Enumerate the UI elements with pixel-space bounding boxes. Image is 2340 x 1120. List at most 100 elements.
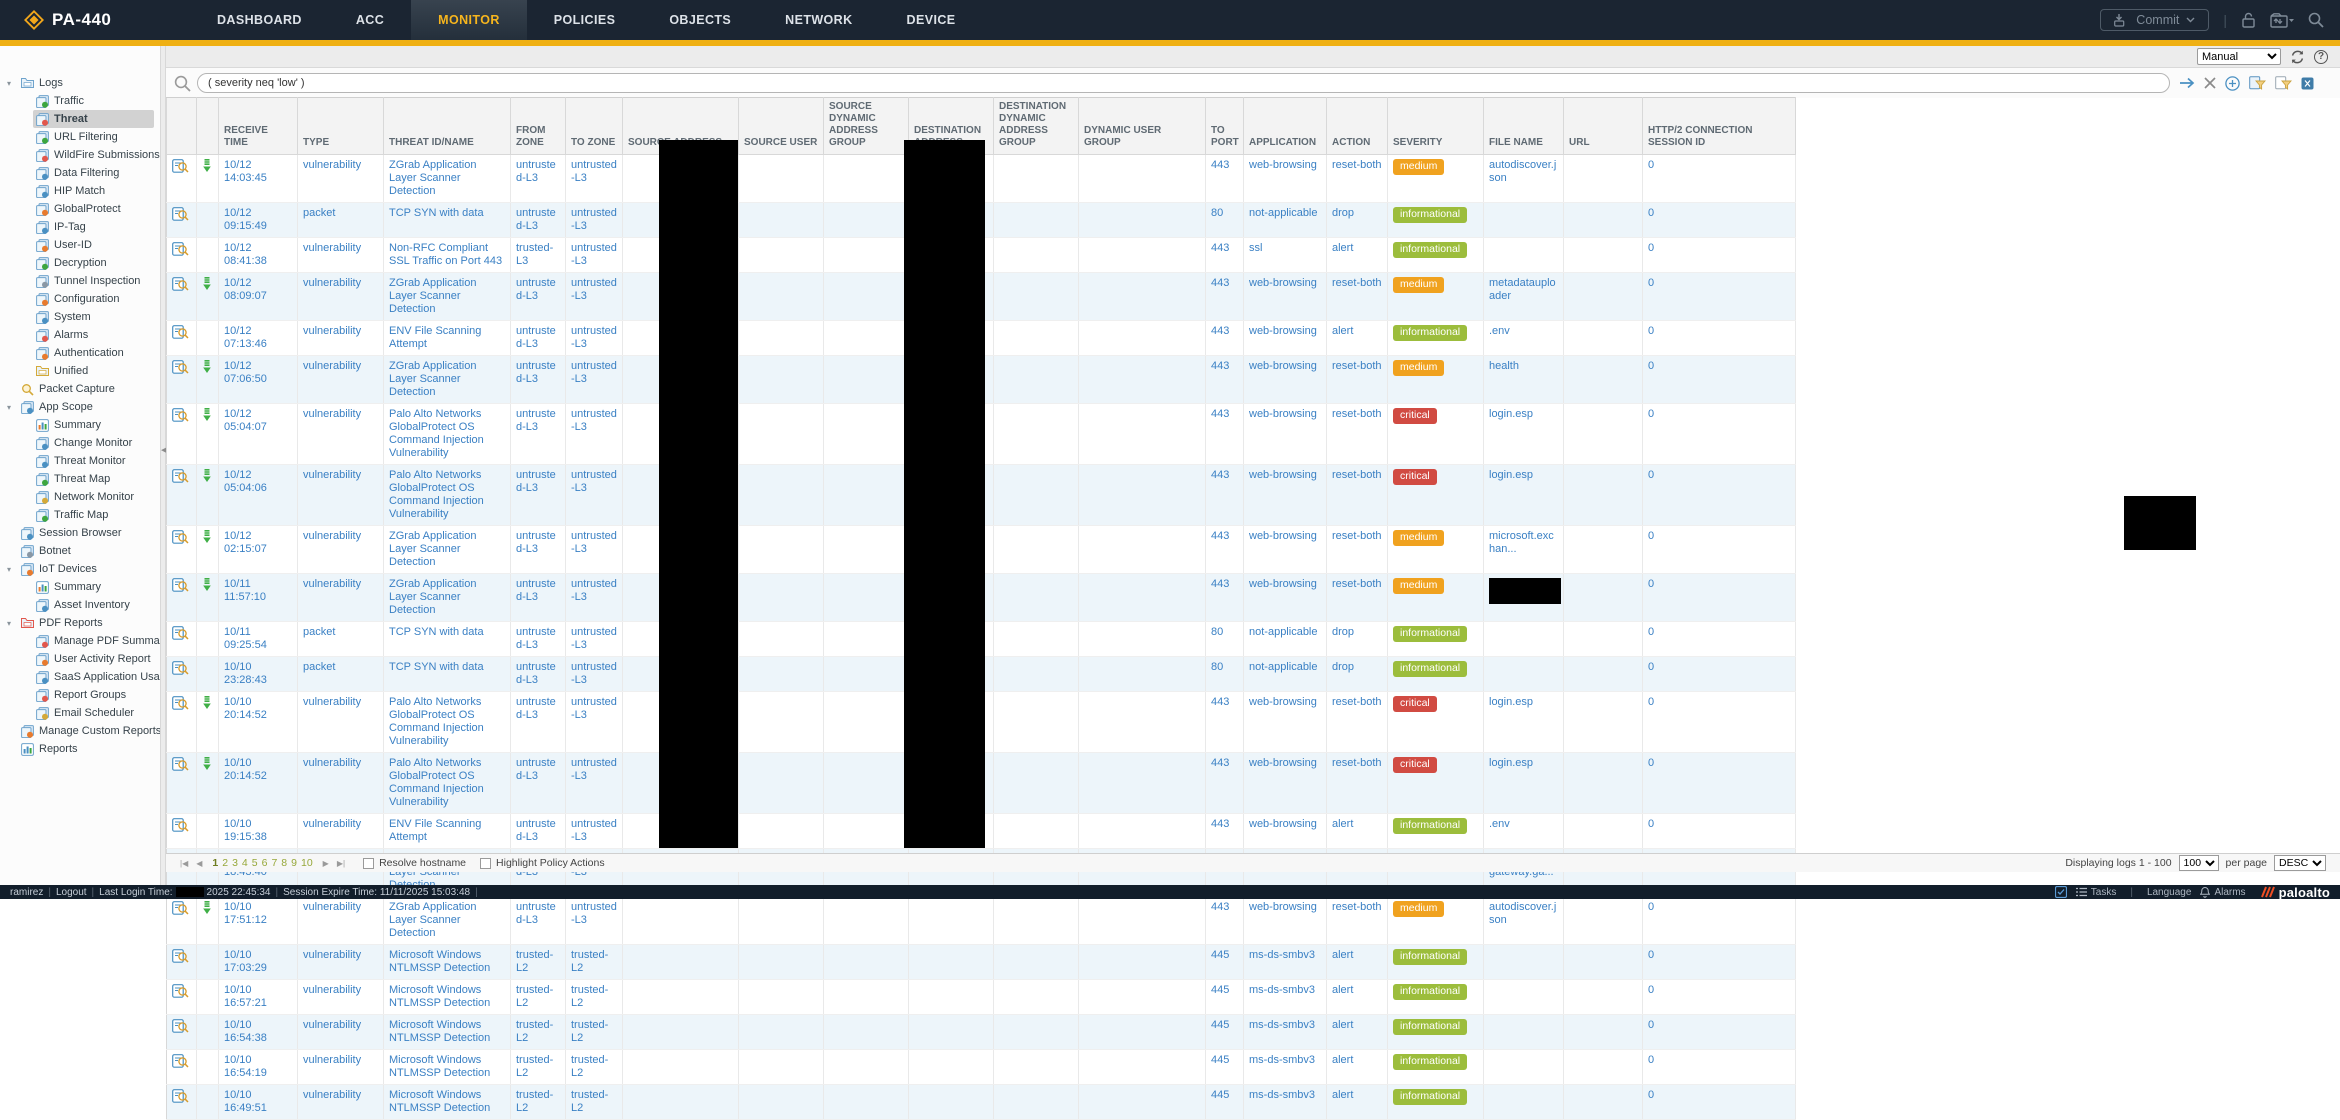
to-zone-cell[interactable]: trusted-L2 — [566, 1015, 623, 1050]
type-cell[interactable]: vulnerability — [298, 753, 384, 814]
type-cell[interactable]: vulnerability — [298, 1085, 384, 1120]
sidebar-item-hip-match[interactable]: HIP Match — [0, 182, 160, 200]
sidebar-item-globalprotect[interactable]: GlobalProtect — [0, 200, 160, 218]
http2-session-id-cell[interactable]: 0 — [1643, 897, 1796, 945]
threat-name-cell[interactable]: Non-RFC Compliant SSL Traffic on Port 44… — [384, 238, 511, 273]
action-cell[interactable]: reset-both — [1327, 356, 1388, 404]
log-detail-cell[interactable] — [167, 657, 197, 692]
log-row[interactable]: 10/10 17:51:12vulnerabilityZGrab Applica… — [167, 897, 1796, 945]
log-detail-cell[interactable] — [167, 897, 197, 945]
log-detail-cell[interactable] — [167, 526, 197, 574]
log-detail-icon[interactable] — [172, 583, 189, 595]
lock-icon[interactable] — [2241, 12, 2256, 28]
apply-filter-icon[interactable] — [2180, 77, 2195, 89]
log-row[interactable]: 10/10 16:54:38vulnerabilityMicrosoft Win… — [167, 1015, 1796, 1050]
sidebar-item-saas-application-usage[interactable]: SaaS Application Usage — [0, 668, 160, 686]
sidebar-item-authentication[interactable]: Authentication — [0, 344, 160, 362]
receive-time-cell[interactable]: 10/10 17:03:29 — [219, 945, 298, 980]
application-cell[interactable]: web-browsing — [1244, 692, 1327, 753]
type-cell[interactable]: vulnerability — [298, 945, 384, 980]
to-port-cell[interactable]: 443 — [1206, 465, 1244, 526]
threat-name-cell[interactable]: Microsoft Windows NTLMSSP Detection — [384, 945, 511, 980]
log-detail-icon[interactable] — [172, 701, 189, 713]
sidebar-item-email-scheduler[interactable]: Email Scheduler — [0, 704, 160, 722]
receive-time-cell[interactable]: 10/10 20:14:52 — [219, 692, 298, 753]
sidebar-item-data-filtering[interactable]: Data Filtering — [0, 164, 160, 182]
from-zone-cell[interactable]: untrusted-L3 — [511, 897, 566, 945]
save-config-icon[interactable] — [2270, 13, 2294, 28]
threat-name-cell[interactable]: TCP SYN with data — [384, 657, 511, 692]
receive-time-cell[interactable]: 10/10 16:49:51 — [219, 1085, 298, 1120]
column-header-action[interactable]: ACTION — [1327, 98, 1388, 155]
http2-session-id-cell[interactable]: 0 — [1643, 1085, 1796, 1120]
sidebar-item-threat-monitor[interactable]: Threat Monitor — [0, 452, 160, 470]
action-cell[interactable]: alert — [1327, 1015, 1388, 1050]
log-detail-cell[interactable] — [167, 155, 197, 203]
http2-session-id-cell[interactable]: 0 — [1643, 356, 1796, 404]
type-cell[interactable]: vulnerability — [298, 897, 384, 945]
sidebar-item-manage-pdf-summary[interactable]: Manage PDF Summary — [0, 632, 160, 650]
sidebar-item-manage-custom-reports[interactable]: Manage Custom Reports — [0, 722, 160, 740]
threat-name-cell[interactable]: Palo Alto Networks GlobalProtect OS Comm… — [384, 404, 511, 465]
application-cell[interactable]: not-applicable — [1244, 657, 1327, 692]
to-port-cell[interactable]: 445 — [1206, 945, 1244, 980]
sidebar-item-traffic-map[interactable]: Traffic Map — [0, 506, 160, 524]
action-cell[interactable]: drop — [1327, 203, 1388, 238]
pcap-cell[interactable] — [197, 155, 219, 203]
to-port-cell[interactable]: 443 — [1206, 356, 1244, 404]
to-port-cell[interactable]: 443 — [1206, 321, 1244, 356]
from-zone-cell[interactable]: untrusted-L3 — [511, 526, 566, 574]
action-cell[interactable]: reset-both — [1327, 753, 1388, 814]
log-detail-cell[interactable] — [167, 273, 197, 321]
log-detail-cell[interactable] — [167, 753, 197, 814]
http2-session-id-cell[interactable]: 0 — [1643, 273, 1796, 321]
prev-page-icon[interactable]: ◀ — [196, 859, 202, 868]
download-pcap-icon[interactable] — [202, 906, 212, 918]
pcap-cell[interactable] — [197, 897, 219, 945]
log-detail-icon[interactable] — [172, 164, 189, 176]
to-port-cell[interactable]: 443 — [1206, 238, 1244, 273]
type-cell[interactable]: vulnerability — [298, 356, 384, 404]
threat-name-cell[interactable]: TCP SYN with data — [384, 622, 511, 657]
from-zone-cell[interactable]: trusted-L2 — [511, 1050, 566, 1085]
pcap-cell[interactable] — [197, 404, 219, 465]
log-detail-icon[interactable] — [172, 954, 189, 966]
application-cell[interactable]: ms-ds-smbv3 — [1244, 1015, 1327, 1050]
log-detail-icon[interactable] — [172, 906, 189, 918]
receive-time-cell[interactable]: 10/12 05:04:06 — [219, 465, 298, 526]
type-cell[interactable]: vulnerability — [298, 321, 384, 356]
receive-time-cell[interactable]: 10/12 02:15:07 — [219, 526, 298, 574]
save-filter-icon[interactable] — [2249, 76, 2266, 90]
sidebar-item-report-groups[interactable]: Report Groups — [0, 686, 160, 704]
sidebar-item-asset-inventory[interactable]: Asset Inventory — [0, 596, 160, 614]
receive-time-cell[interactable]: 10/10 16:54:19 — [219, 1050, 298, 1085]
sidebar-item-url-filtering[interactable]: URL Filtering — [0, 128, 160, 146]
clear-filter-icon[interactable] — [2204, 77, 2216, 89]
from-zone-cell[interactable]: untrusted-L3 — [511, 356, 566, 404]
action-cell[interactable]: alert — [1327, 1085, 1388, 1120]
action-cell[interactable]: alert — [1327, 1050, 1388, 1085]
from-zone-cell[interactable]: trusted-L3 — [511, 238, 566, 273]
sidebar-item-user-activity-report[interactable]: User Activity Report — [0, 650, 160, 668]
log-detail-icon[interactable] — [172, 535, 189, 547]
http2-session-id-cell[interactable]: 0 — [1643, 404, 1796, 465]
action-cell[interactable]: reset-both — [1327, 897, 1388, 945]
type-cell[interactable]: vulnerability — [298, 1050, 384, 1085]
page-number-6[interactable]: 6 — [262, 857, 268, 869]
refresh-icon[interactable] — [2290, 50, 2305, 64]
page-number-3[interactable]: 3 — [232, 857, 238, 869]
threat-name-cell[interactable]: Microsoft Windows NTLMSSP Detection — [384, 1015, 511, 1050]
application-cell[interactable]: ms-ds-smbv3 — [1244, 980, 1327, 1015]
tab-policies[interactable]: POLICIES — [527, 0, 643, 40]
receive-time-cell[interactable]: 10/12 08:09:07 — [219, 273, 298, 321]
application-cell[interactable]: ms-ds-smbv3 — [1244, 945, 1327, 980]
to-port-cell[interactable]: 445 — [1206, 1085, 1244, 1120]
http2-session-id-cell[interactable]: 0 — [1643, 238, 1796, 273]
log-detail-icon[interactable] — [172, 413, 189, 425]
to-port-cell[interactable]: 443 — [1206, 526, 1244, 574]
from-zone-cell[interactable]: trusted-L2 — [511, 945, 566, 980]
log-detail-cell[interactable] — [167, 203, 197, 238]
column-header-type[interactable]: TYPE — [298, 98, 384, 155]
http2-session-id-cell[interactable]: 0 — [1643, 203, 1796, 238]
from-zone-cell[interactable]: trusted-L2 — [511, 980, 566, 1015]
